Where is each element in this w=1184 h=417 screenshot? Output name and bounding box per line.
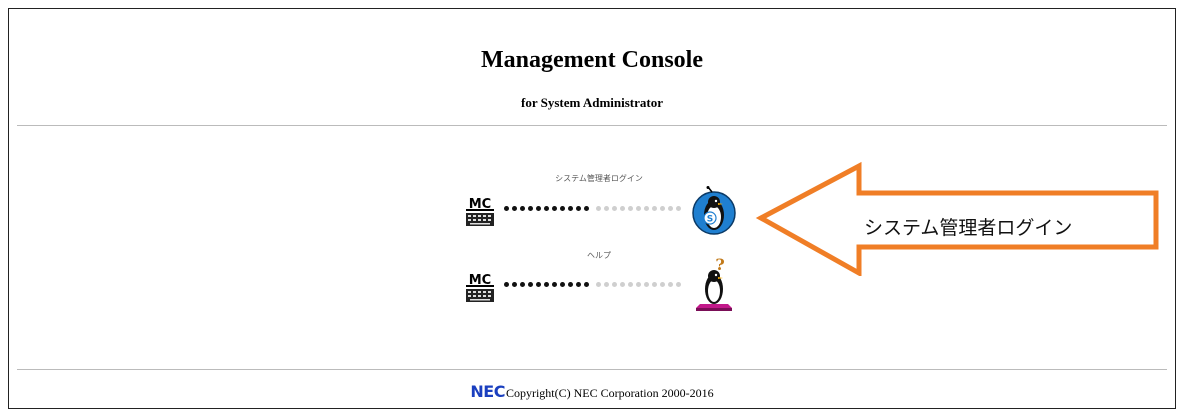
connector-dots [504, 282, 684, 292]
top-divider [17, 125, 1167, 126]
copyright-text: Copyright(C) NEC Corporation 2000-2016 [505, 386, 714, 400]
bottom-divider [17, 369, 1167, 370]
mc-keyboard-icon[interactable]: MC [464, 270, 496, 304]
mc-keyboard-icon[interactable]: MC [464, 194, 496, 228]
page-subtitle: for System Administrator [520, 95, 664, 110]
nec-logo: NEC [470, 382, 505, 401]
penguin-help-icon[interactable]: ? [690, 256, 738, 312]
help-link[interactable]: MC ? [464, 256, 754, 312]
footer: NECCopyright(C) NEC Corporation 2000-201… [9, 382, 1175, 401]
menu-label-admin-login[interactable]: システム管理者ログイン [449, 173, 749, 184]
penguin-server-icon[interactable]: S [690, 186, 738, 236]
page-title: Management Console [481, 47, 703, 73]
page-frame: Management Console for System Administra… [8, 8, 1176, 409]
svg-text:S: S [707, 215, 713, 225]
callout-text: システム管理者ログイン [864, 217, 1073, 239]
connector-dots [504, 206, 684, 216]
admin-login-link[interactable]: MC S [464, 186, 754, 236]
